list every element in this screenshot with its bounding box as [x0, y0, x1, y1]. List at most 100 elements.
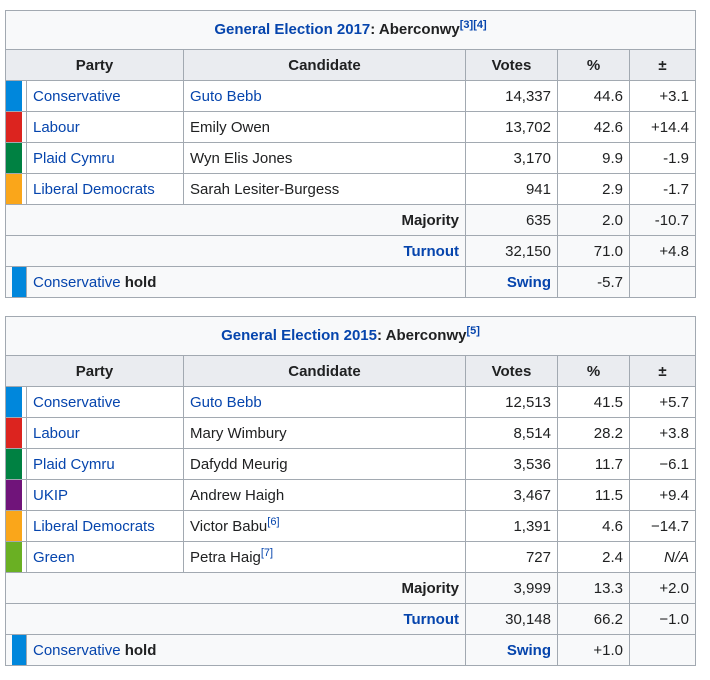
header-row: Party Candidate Votes % ± [5, 49, 696, 81]
candidate-name: Mary Wimbury [183, 417, 466, 449]
majority-label: Majority [5, 572, 466, 604]
candidate-name-text: Sarah Lesiter-Burgess [190, 180, 340, 198]
candidate-name[interactable]: Guto Bebb [183, 386, 466, 418]
candidate-name: Sarah Lesiter-Burgess [183, 173, 466, 205]
majority-change: -10.7 [629, 204, 696, 236]
caption-constituency: : Aberconwy [377, 327, 467, 344]
swing-value: -5.7 [557, 266, 630, 298]
candidate-name: Wyn Elis Jones [183, 142, 466, 174]
change-header: ± [629, 49, 696, 81]
hold-cell: Conservative hold [26, 634, 466, 666]
percent-cell: 28.2 [557, 417, 630, 449]
candidate-row: Green Petra Haig[7] 727 2.4 N/A [5, 541, 696, 573]
candidate-name[interactable]: Guto Bebb [183, 80, 466, 112]
candidate-row: Liberal Democrats Sarah Lesiter-Burgess 94… [5, 173, 696, 205]
turnout-link[interactable]: Turnout [5, 235, 466, 267]
reference-link[interactable]: [7] [261, 547, 273, 559]
turnout-votes: 30,148 [465, 603, 558, 635]
hold-word: hold [124, 641, 157, 659]
majority-row: Majority 635 2.0 -10.7 [5, 204, 696, 236]
majority-votes: 635 [465, 204, 558, 236]
percent-header: % [557, 355, 630, 387]
hold-cell: Conservative hold [26, 266, 466, 298]
change-header: ± [629, 355, 696, 387]
hold-party-link[interactable]: Conservative [33, 274, 121, 291]
party-name-link[interactable]: Plaid Cymru [26, 448, 184, 480]
party-name-link[interactable]: Conservative [26, 80, 184, 112]
reference-link[interactable]: [6] [267, 516, 279, 528]
candidate-name: Petra Haig[7] [183, 541, 466, 573]
election-link[interactable]: General Election 2015 [221, 327, 377, 344]
party-color-swatch [5, 541, 27, 573]
election-link[interactable]: General Election 2017 [214, 21, 370, 38]
party-name-link[interactable]: Labour [26, 111, 184, 143]
hold-word: hold [124, 273, 157, 291]
election-2015-table: General Election 2015: Aberconwy[5] Part… [5, 316, 696, 666]
percent-cell: 42.6 [557, 111, 630, 143]
percent-cell: 4.6 [557, 510, 630, 542]
caption-constituency: : Aberconwy [370, 21, 460, 38]
party-name-link[interactable]: Liberal Democrats [26, 173, 184, 205]
percent-cell: 9.9 [557, 142, 630, 174]
turnout-link[interactable]: Turnout [5, 603, 466, 635]
swing-link[interactable]: Swing [465, 634, 558, 666]
hold-party-link[interactable]: Conservative [33, 642, 121, 659]
caption-refs[interactable]: [3][4] [460, 19, 487, 31]
candidate-name: Emily Owen [183, 111, 466, 143]
change-cell: -1.9 [629, 142, 696, 174]
votes-cell: 727 [465, 541, 558, 573]
party-color-swatch [5, 386, 27, 418]
party-color-swatch [5, 448, 27, 480]
swing-link[interactable]: Swing [465, 266, 558, 298]
votes-cell: 8,514 [465, 417, 558, 449]
candidate-header: Candidate [183, 49, 466, 81]
table-caption: General Election 2015: Aberconwy[5] [5, 316, 696, 355]
majority-votes: 3,999 [465, 572, 558, 604]
empty-cell [629, 634, 696, 666]
party-name-link[interactable]: Conservative [26, 386, 184, 418]
votes-cell: 941 [465, 173, 558, 205]
swing-value: +1.0 [557, 634, 630, 666]
percent-cell: 44.6 [557, 80, 630, 112]
party-color-swatch [5, 417, 27, 449]
turnout-percent: 71.0 [557, 235, 630, 267]
party-name-link[interactable]: Labour [26, 417, 184, 449]
candidate-row: Labour Mary Wimbury 8,514 28.2 +3.8 [5, 417, 696, 449]
change-cell: +3.1 [629, 80, 696, 112]
percent-cell: 41.5 [557, 386, 630, 418]
party-color-swatch [5, 173, 27, 205]
majority-row: Majority 3,999 13.3 +2.0 [5, 572, 696, 604]
candidate-row: Labour Emily Owen 13,702 42.6 +14.4 [5, 111, 696, 143]
votes-cell: 3,536 [465, 448, 558, 480]
turnout-votes: 32,150 [465, 235, 558, 267]
hold-row: Conservative hold Swing +1.0 [5, 634, 696, 666]
candidate-name-text: Petra Haig [190, 548, 261, 566]
party-name-link[interactable]: Liberal Democrats [26, 510, 184, 542]
candidate-name-text: Victor Babu [190, 517, 268, 535]
percent-cell: 11.5 [557, 479, 630, 511]
votes-cell: 14,337 [465, 80, 558, 112]
change-cell: +5.7 [629, 386, 696, 418]
caption-refs[interactable]: [5] [466, 325, 479, 337]
candidate-name-text: Dafydd Meurig [190, 455, 288, 473]
candidate-name-text: Emily Owen [190, 118, 271, 136]
table-caption: General Election 2017: Aberconwy[3][4] [5, 10, 696, 49]
party-name-link[interactable]: UKIP [26, 479, 184, 511]
change-cell: -1.7 [629, 173, 696, 205]
candidate-name-text[interactable]: Guto Bebb [190, 88, 262, 105]
candidate-name-text: Andrew Haigh [190, 486, 285, 504]
candidate-name-text: Wyn Elis Jones [190, 149, 293, 167]
majority-percent: 2.0 [557, 204, 630, 236]
header-row: Party Candidate Votes % ± [5, 355, 696, 387]
votes-header: Votes [465, 49, 558, 81]
percent-cell: 2.4 [557, 541, 630, 573]
election-2017-table: General Election 2017: Aberconwy[3][4] P… [5, 10, 696, 298]
party-color-swatch [5, 510, 27, 542]
party-name-link[interactable]: Green [26, 541, 184, 573]
party-color-swatch [5, 634, 28, 666]
party-name-link[interactable]: Plaid Cymru [26, 142, 184, 174]
candidate-row: Plaid Cymru Dafydd Meurig 3,536 11.7 −6.1 [5, 448, 696, 480]
change-cell: −14.7 [629, 510, 696, 542]
change-cell: −6.1 [629, 448, 696, 480]
candidate-name-text[interactable]: Guto Bebb [190, 394, 262, 411]
